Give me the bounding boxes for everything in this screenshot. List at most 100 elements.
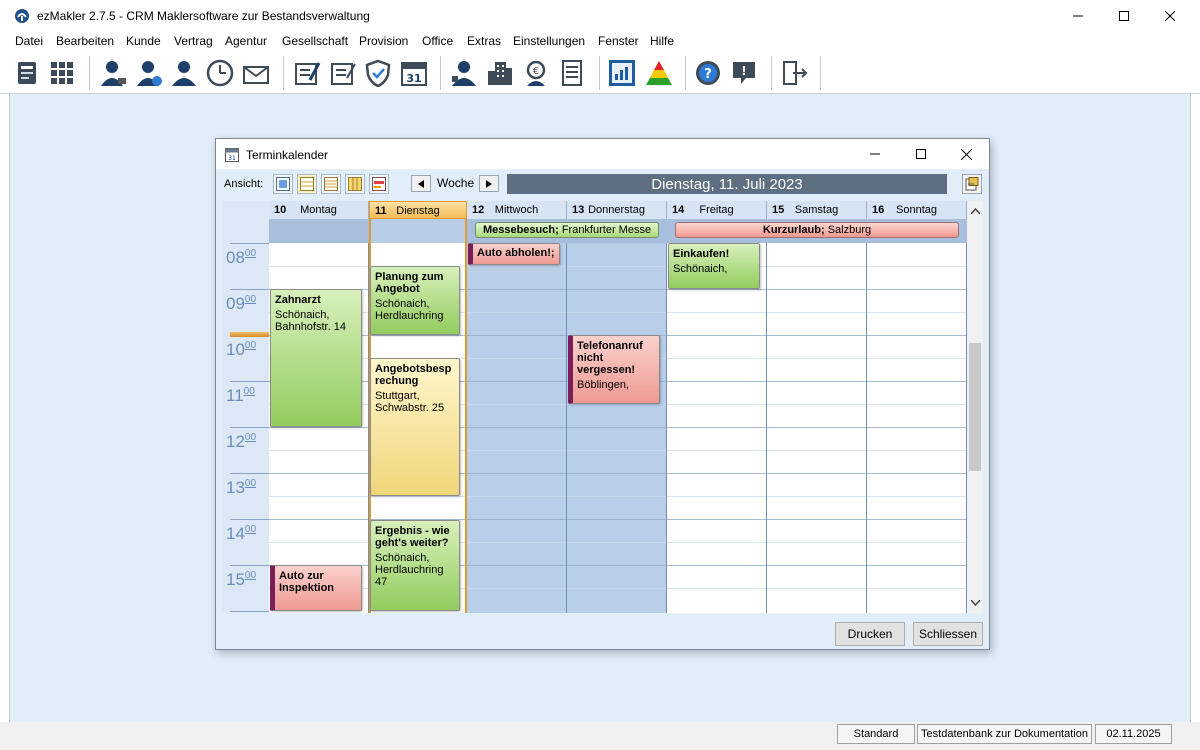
event-telefonanruf[interactable]: Telefonanruf nicht vergessen! Böblingen,: [568, 335, 660, 404]
week-view-icon: [300, 177, 314, 191]
minimize-button[interactable]: [1055, 4, 1101, 28]
hour-label-08: 0800: [226, 248, 257, 267]
minimize-icon: [1073, 15, 1083, 17]
help-icon[interactable]: ?: [692, 57, 724, 89]
day-column-samstag[interactable]: [767, 243, 867, 613]
day-header-dienstag[interactable]: 11 Dienstag: [369, 201, 467, 219]
scroll-down-arrow-icon[interactable]: [967, 595, 983, 611]
menu-vertrag[interactable]: Vertrag: [174, 34, 213, 48]
hour-divider: [230, 519, 269, 520]
maximize-icon: [1119, 11, 1129, 21]
event-einkaufen[interactable]: Einkaufen! Schönaich,: [668, 243, 760, 289]
menu-kunde[interactable]: Kunde: [126, 34, 161, 48]
clock-icon[interactable]: [204, 57, 236, 89]
timeline-view-icon: [372, 177, 386, 191]
chart-report-icon[interactable]: [606, 57, 638, 89]
nav-unit-label: Woche: [437, 176, 475, 190]
calendar-close-button[interactable]: [943, 142, 989, 166]
event-ergebnis[interactable]: Ergebnis - wie geht's weiter? Schönaich, …: [370, 520, 460, 611]
mail-icon[interactable]: [240, 57, 272, 89]
day-header-samstag[interactable]: 15 Samstag: [767, 201, 867, 219]
grid-icon[interactable]: [46, 57, 78, 89]
hour-divider: [230, 473, 269, 474]
menu-hilfe[interactable]: Hilfe: [650, 34, 674, 48]
allday-event-messebesuch[interactable]: Messebesuch; Frankfurter Messe: [475, 222, 659, 238]
building-icon[interactable]: [484, 57, 516, 89]
document-list-icon[interactable]: [556, 57, 588, 89]
hour-divider: [230, 289, 269, 290]
calendar-maximize-button[interactable]: [898, 142, 944, 166]
menu-office[interactable]: Office: [422, 34, 453, 48]
calendar-icon[interactable]: 31: [398, 57, 430, 89]
next-week-button[interactable]: [479, 175, 499, 192]
calendar-window: 31 Terminkalender Ansicht: Woche Diensta…: [215, 138, 990, 650]
menu-agentur[interactable]: Agentur: [225, 34, 267, 48]
day-header-donnerstag[interactable]: 13 Donnerstag: [567, 201, 667, 219]
event-zahnarzt[interactable]: Zahnarzt Schönaich, Bahnhofstr. 14: [270, 289, 362, 427]
workweek-view-icon: [324, 177, 338, 191]
hour-label-15: 1500: [226, 570, 257, 589]
menu-provision[interactable]: Provision: [359, 34, 408, 48]
day-header-sonntag[interactable]: 16 Sonntag: [867, 201, 967, 219]
day-column-donnerstag[interactable]: [567, 243, 667, 613]
day-header-freitag[interactable]: 14 Freitag: [667, 201, 767, 219]
svg-text:?: ?: [704, 67, 712, 82]
app-titlebar: ezMakler 2.7.5 - CRM Maklersoftware zur …: [0, 0, 1200, 32]
current-date-banner: Dienstag, 11. Juli 2023: [507, 174, 947, 194]
event-angebotsbesprechung[interactable]: Angebotsbesprechung Stuttgart, Schwabstr.…: [370, 358, 460, 496]
view-week-button[interactable]: [297, 174, 317, 194]
scroll-up-arrow-icon[interactable]: [967, 203, 983, 219]
scroll-thumb[interactable]: [969, 343, 981, 471]
prev-week-button[interactable]: [411, 175, 431, 192]
day-column-mittwoch[interactable]: [467, 243, 567, 613]
hour-label-13: 1300: [226, 478, 257, 497]
menu-extras[interactable]: Extras: [467, 34, 501, 48]
app-logo-icon: [15, 9, 29, 23]
event-planung-angebot[interactable]: Planung zum Angebot Schönaich, Herdlauchr…: [370, 266, 460, 335]
contract-icon[interactable]: [327, 57, 359, 89]
menu-datei[interactable]: Datei: [15, 34, 43, 48]
maximize-icon: [916, 149, 926, 159]
traffic-pyramid-icon[interactable]: [643, 57, 675, 89]
close-button[interactable]: [1147, 4, 1193, 28]
main-toolbar: 31 € ? !: [0, 52, 1200, 94]
exit-icon[interactable]: [779, 57, 811, 89]
toolbar-separator: [440, 56, 441, 90]
person-edit-icon[interactable]: [97, 57, 129, 89]
view-month-button[interactable]: [345, 174, 365, 194]
person-check-icon[interactable]: [133, 57, 165, 89]
hour-label-12: 1200: [226, 432, 257, 451]
person-icon[interactable]: [168, 57, 200, 89]
status-bar: Standard Testdatenbank zur Dokumentation…: [0, 722, 1200, 750]
maximize-button[interactable]: [1101, 4, 1147, 28]
day-column-sonntag[interactable]: [867, 243, 967, 613]
view-timeline-button[interactable]: [369, 174, 389, 194]
day-header-mittwoch[interactable]: 12 Mittwoch: [467, 201, 567, 219]
event-auto-abholen[interactable]: Auto abholen!;: [468, 243, 560, 265]
menu-fenster[interactable]: Fenster: [598, 34, 639, 48]
day-view-icon: [276, 177, 290, 191]
day-header-montag[interactable]: 10 Montag: [269, 201, 369, 219]
commission-icon[interactable]: €: [520, 57, 552, 89]
calendar-minimize-button[interactable]: [852, 142, 898, 166]
contract-edit-icon[interactable]: [291, 57, 323, 89]
agent-icon[interactable]: [448, 57, 480, 89]
export-button[interactable]: [962, 174, 982, 194]
print-button[interactable]: Drucken: [835, 622, 905, 646]
menu-gesellschaft[interactable]: Gesellschaft: [282, 34, 348, 48]
contacts-book-icon[interactable]: [11, 57, 43, 89]
menu-einstellungen[interactable]: Einstellungen: [513, 34, 585, 48]
status-database: Testdatenbank zur Dokumentation: [917, 724, 1092, 744]
day-column-freitag[interactable]: [667, 243, 767, 613]
calendar-scrollbar[interactable]: [967, 201, 983, 613]
view-day-button[interactable]: [273, 174, 293, 194]
menu-bearbeiten[interactable]: Bearbeiten: [56, 34, 114, 48]
close-dialog-button[interactable]: Schliessen: [913, 622, 983, 646]
support-icon[interactable]: !: [728, 57, 760, 89]
shield-icon[interactable]: [362, 57, 394, 89]
event-auto-inspektion[interactable]: Auto zur Inspektion: [270, 565, 362, 611]
hour-divider: [230, 381, 269, 382]
allday-event-kurzurlaub[interactable]: Kurzurlaub; Salzburg: [675, 222, 959, 238]
view-workweek-button[interactable]: [321, 174, 341, 194]
calendar-window-icon: 31: [225, 148, 239, 162]
